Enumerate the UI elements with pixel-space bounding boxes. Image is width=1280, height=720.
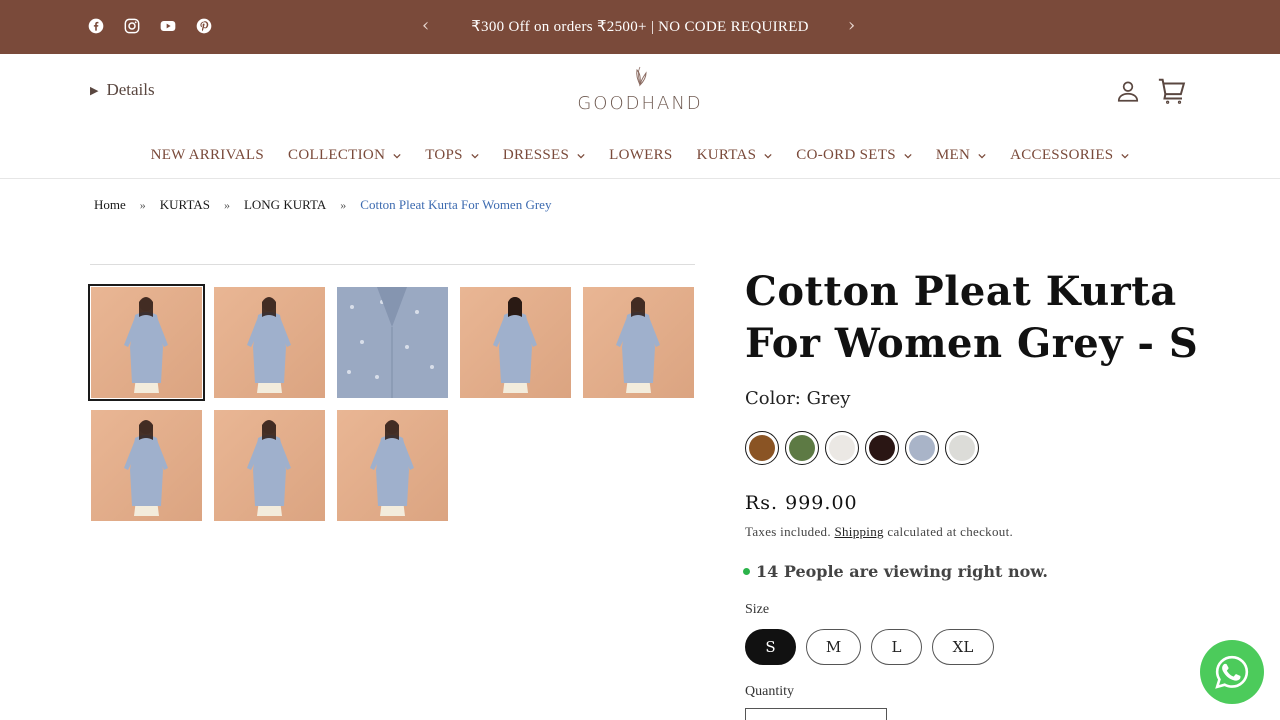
chevron-down-icon	[904, 152, 912, 160]
swatch-off-white[interactable]	[825, 431, 859, 465]
whatsapp-button[interactable]	[1200, 640, 1264, 704]
viewers-notice: 14 People are viewing right now.	[743, 562, 1048, 581]
swatch-light-grey[interactable]	[945, 431, 979, 465]
gallery-divider	[90, 264, 695, 265]
chevron-down-icon	[1121, 152, 1130, 160]
breadcrumb-separator: »	[139, 197, 146, 212]
product-title: Cotton Pleat Kurta For Women Grey - S	[745, 268, 1199, 367]
nav-item-dresses[interactable]: DRESSES	[503, 147, 585, 164]
nav-item-collection[interactable]: COLLECTION	[288, 147, 401, 164]
announcement-text: ₹300 Off on orders ₹2500+ | NO CODE REQU…	[471, 19, 809, 35]
quantity-stepper[interactable]	[745, 708, 887, 720]
tax-note: Taxes included. Shipping calculated at c…	[745, 524, 1014, 539]
breadcrumb: Home » KURTAS » LONG KURTA » Cotton Plea…	[94, 197, 551, 213]
size-option-l[interactable]: L	[871, 629, 922, 665]
cart-icon[interactable]	[1157, 76, 1187, 110]
breadcrumb-separator: »	[340, 197, 347, 212]
announcement-bar: ‹ ₹300 Off on orders ₹2500+ | NO CODE RE…	[0, 0, 1280, 54]
breadcrumb-kurtas[interactable]: KURTAS	[160, 197, 210, 213]
product-price: Rs. 999.00	[745, 492, 858, 514]
nav-item-men[interactable]: MEN	[936, 147, 986, 164]
size-options: S M L XL	[745, 629, 994, 665]
quantity-label: Quantity	[745, 684, 794, 699]
product-thumbnail-7[interactable]	[214, 410, 325, 521]
swatch-black[interactable]	[865, 431, 899, 465]
nav-item-co-ord-sets[interactable]: CO-ORD SETS	[796, 147, 912, 164]
logo-text: GOODHAND	[577, 93, 703, 114]
product-thumbnail-2[interactable]	[214, 287, 325, 398]
breadcrumb-long-kurta[interactable]: LONG KURTA	[244, 197, 326, 213]
chevron-down-icon	[764, 152, 772, 160]
header-icons	[1115, 76, 1187, 110]
store-logo[interactable]: GOODHAND	[560, 64, 720, 114]
nav-item-tops[interactable]: TOPS	[425, 147, 479, 164]
product-thumbnail-6[interactable]	[91, 410, 202, 521]
nav-item-new-arrivals[interactable]: NEW ARRIVALS	[151, 147, 264, 164]
swatch-grey[interactable]	[905, 431, 939, 465]
shipping-link[interactable]: Shipping	[834, 524, 883, 539]
product-thumbnail-3[interactable]	[337, 287, 448, 398]
color-label: Color: Grey	[745, 388, 851, 409]
size-option-s[interactable]: S	[745, 629, 796, 665]
breadcrumb-home[interactable]: Home	[94, 197, 126, 213]
breadcrumb-current: Cotton Pleat Kurta For Women Grey	[360, 197, 552, 212]
color-swatches	[745, 431, 979, 465]
chevron-down-icon	[577, 152, 585, 160]
nav-item-accessories[interactable]: ACCESSORIES	[1010, 147, 1130, 164]
breadcrumb-separator: »	[223, 197, 230, 212]
chevron-down-icon	[393, 152, 401, 160]
whatsapp-icon	[1215, 655, 1249, 689]
size-option-m[interactable]: M	[806, 629, 861, 665]
swatch-olive[interactable]	[785, 431, 819, 465]
chevron-down-icon	[471, 152, 479, 160]
size-option-xl[interactable]: XL	[932, 629, 994, 665]
account-icon[interactable]	[1115, 78, 1141, 108]
main-nav: NEW ARRIVALS COLLECTION TOPS DRESSES LOW…	[0, 147, 1280, 164]
chevron-right-icon[interactable]: ›	[848, 17, 855, 35]
leaf-icon	[636, 66, 647, 87]
swatch-brown[interactable]	[745, 431, 779, 465]
nav-divider	[0, 178, 1280, 179]
nav-item-lowers[interactable]: LOWERS	[609, 147, 672, 164]
size-label: Size	[745, 602, 770, 617]
online-dot-icon	[743, 568, 750, 575]
chevron-down-icon	[978, 152, 986, 160]
product-thumbnail-1[interactable]	[88, 284, 205, 401]
nav-item-kurtas[interactable]: KURTAS	[697, 147, 773, 164]
product-thumbnail-8[interactable]	[337, 410, 448, 521]
details-toggle[interactable]: ▶ Details	[90, 80, 155, 100]
product-thumbnail-5[interactable]	[583, 287, 694, 398]
details-label: Details	[106, 80, 155, 99]
triangle-right-icon: ▶	[90, 84, 99, 97]
product-thumbnail-4[interactable]	[460, 287, 571, 398]
